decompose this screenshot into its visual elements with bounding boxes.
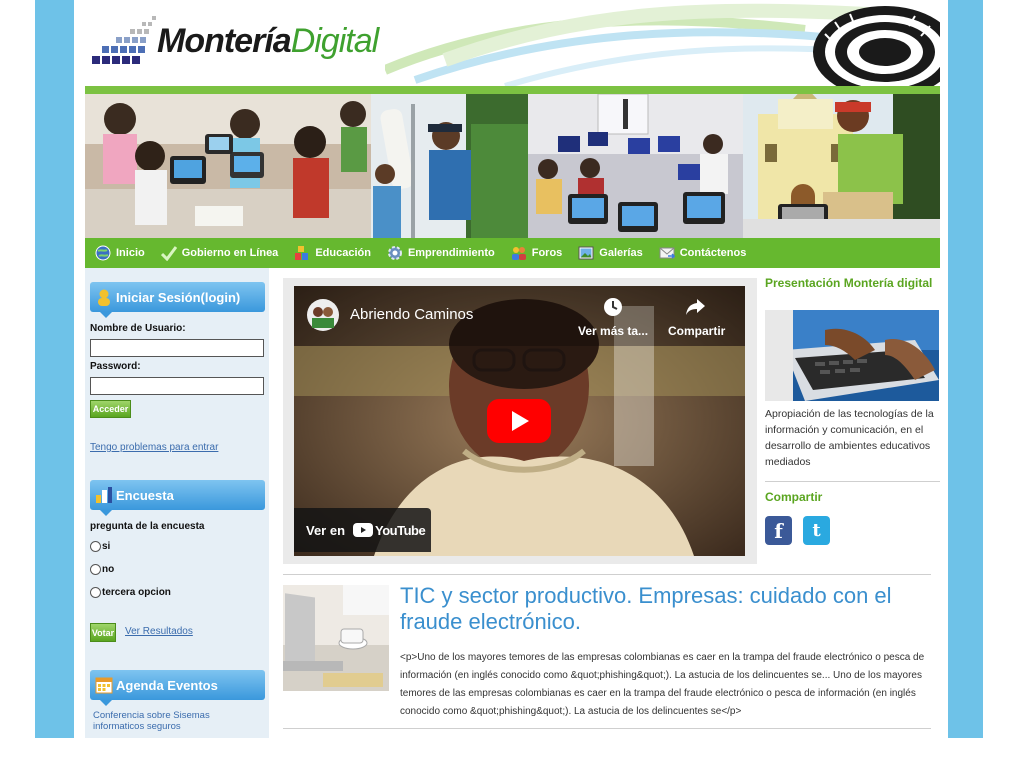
nav-label-contactenos: Contáctenos — [679, 247, 747, 259]
nav-item-emprendimiento[interactable]: Emprendimiento — [387, 245, 495, 261]
poll-option-si[interactable]: si — [90, 541, 110, 552]
poll-option-label: si — [102, 541, 111, 552]
antenna-installation-photo — [371, 94, 528, 238]
share-arrow-icon[interactable] — [684, 296, 706, 318]
twitter-icon[interactable]: t — [803, 516, 830, 545]
poll-option-label: no — [102, 564, 115, 575]
sidebar-divider — [765, 481, 940, 482]
mail-icon — [659, 247, 675, 259]
page-container: MonteríaDigital Inicio Gobierno en Línea… — [74, 0, 948, 768]
right-background-band — [948, 0, 983, 738]
presentation-text: Apropiación de las tecnologías de la inf… — [765, 408, 934, 468]
event-item[interactable]: Conferencia sobre Sisemas informaticos s… — [93, 710, 263, 732]
play-button-icon[interactable] — [487, 399, 551, 443]
watch-later-label[interactable]: Ver más ta... — [578, 324, 648, 338]
header-pointer — [100, 312, 112, 318]
login-help-link[interactable]: Tengo problemas para entrar — [90, 442, 218, 453]
video-embed-frame: Abriendo Caminos Ver más ta... Compartir… — [283, 278, 757, 564]
nav-item-inicio[interactable]: Inicio — [95, 245, 145, 261]
poll-question: pregunta de la encuesta — [90, 521, 205, 532]
header-pointer — [100, 700, 112, 706]
poll-title: Encuesta — [116, 487, 174, 503]
sombrero-vueltiao-graphic — [813, 6, 940, 86]
blocks-icon — [295, 246, 309, 260]
left-sidebar: Iniciar Sesión(login) Nombre de Usuario:… — [85, 268, 269, 738]
checkmark-icon — [160, 246, 177, 261]
site-header: MonteríaDigital — [85, 0, 940, 86]
poll-option-no[interactable]: no — [90, 564, 114, 575]
right-sidebar: Presentación Montería digital Apropiació… — [765, 276, 940, 576]
site-logo[interactable]: MonteríaDigital — [157, 22, 379, 61]
calendar-icon — [95, 677, 113, 694]
children-laptops-photo — [85, 94, 371, 238]
clock-icon[interactable] — [602, 296, 624, 318]
events-title: Agenda Eventos — [116, 677, 218, 693]
nav-item-gobierno-en-linea[interactable]: Gobierno en Línea — [160, 245, 279, 261]
video-title[interactable]: Abriendo Caminos — [350, 306, 473, 323]
users-icon — [511, 247, 526, 260]
youtube-wordmark: YouTube — [375, 522, 426, 538]
login-submit-button[interactable]: Acceder — [90, 400, 131, 418]
left-background-band — [35, 0, 74, 738]
logo-text-secondary: Digital — [290, 22, 379, 60]
header-photo-banner — [85, 94, 940, 238]
nav-label-educacion: Educación — [315, 247, 371, 259]
article-title-link[interactable]: TIC y sector productivo. Empresas: cuida… — [400, 583, 930, 635]
nav-item-foros[interactable]: Foros — [511, 245, 563, 261]
user-icon — [98, 289, 110, 306]
login-box-header: Iniciar Sesión(login) — [90, 282, 265, 318]
nav-item-contactenos[interactable]: Contáctenos — [659, 245, 747, 261]
bar-chart-icon — [96, 487, 112, 503]
article-thumbnail[interactable] — [283, 585, 389, 691]
facebook-icon[interactable]: f — [765, 516, 792, 545]
poll-box-header: Encuesta — [90, 480, 265, 516]
nav-label-inicio: Inicio — [116, 247, 145, 259]
main-navigation: Inicio Gobierno en Línea Educación Empre… — [85, 238, 940, 268]
watch-on-label: Ver en — [306, 522, 346, 538]
share-title: Compartir — [765, 490, 823, 504]
presentation-title[interactable]: Presentación Montería digital — [765, 276, 940, 290]
globe-icon — [95, 245, 111, 261]
nav-label-galerias: Galerías — [599, 247, 643, 259]
article-body: <p>Uno de los mayores temores de las emp… — [400, 652, 925, 717]
church-laptop-photo — [743, 94, 940, 238]
share-label[interactable]: Compartir — [668, 324, 725, 338]
poll-option-label: tercera opcion — [102, 587, 171, 598]
events-box-header: Agenda Eventos — [90, 670, 265, 706]
channel-avatar[interactable] — [306, 298, 340, 332]
username-input[interactable] — [90, 339, 264, 357]
picture-icon — [578, 246, 594, 260]
nav-item-galerias[interactable]: Galerías — [578, 245, 643, 261]
radio-button[interactable] — [90, 587, 101, 598]
radio-button[interactable] — [90, 564, 101, 575]
header-pointer — [100, 510, 112, 516]
logo-squares-icon — [92, 16, 156, 64]
computer-classroom-photo — [528, 94, 743, 238]
gear-icon — [387, 246, 402, 260]
nav-label-emprendimiento: Emprendimiento — [407, 247, 495, 259]
username-label: Nombre de Usuario: — [90, 323, 186, 334]
nav-label-gobierno-en-linea: Gobierno en Línea — [181, 247, 279, 259]
login-title: Iniciar Sesión(login) — [116, 289, 241, 305]
article-divider — [283, 728, 931, 729]
nav-label-foros: Foros — [531, 247, 563, 259]
news-article: TIC y sector productivo. Empresas: cuida… — [283, 574, 931, 734]
radio-button[interactable] — [90, 541, 101, 552]
page-viewport: MonteríaDigital Inicio Gobierno en Línea… — [0, 0, 1024, 768]
nav-item-educacion[interactable]: Educación — [294, 245, 371, 261]
youtube-logo-icon — [353, 523, 374, 537]
view-results-link[interactable]: Ver Resultados — [125, 626, 193, 637]
youtube-player[interactable]: Abriendo Caminos Ver más ta... Compartir… — [294, 286, 745, 556]
password-label: Password: — [90, 361, 141, 372]
poll-option-tercera[interactable]: tercera opcion — [90, 587, 171, 598]
vote-button[interactable]: Votar — [90, 623, 116, 642]
watch-on-youtube-button[interactable]: Ver en YouTube — [294, 508, 431, 552]
header-divider-bar — [85, 86, 940, 94]
logo-text-primary: Montería — [157, 22, 292, 60]
presentation-laptop-photo[interactable] — [765, 310, 939, 401]
password-input[interactable] — [90, 377, 264, 395]
